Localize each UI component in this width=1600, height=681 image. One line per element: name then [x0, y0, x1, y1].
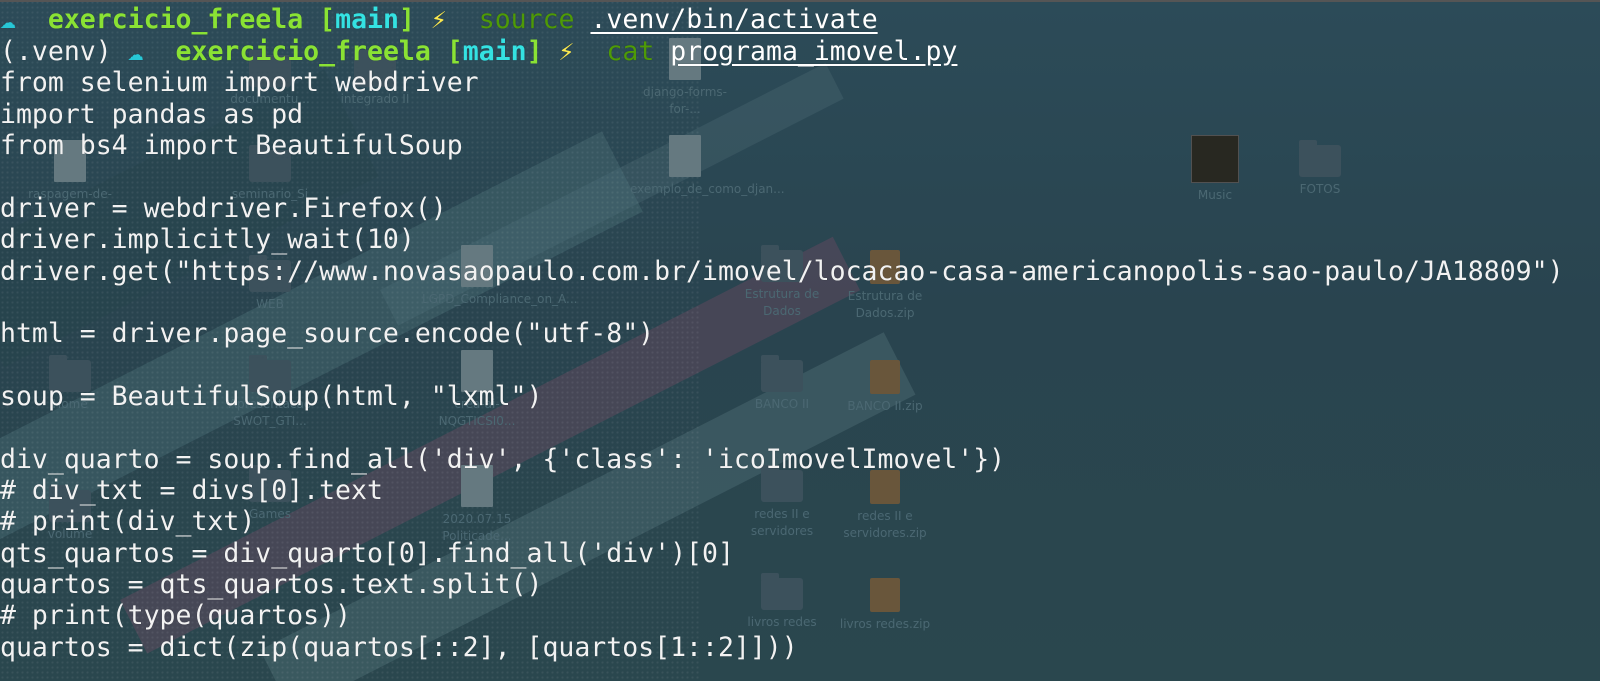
branch-bracket-close: ]	[398, 4, 415, 35]
terminal-top-border	[0, 0, 1600, 2]
code-line: driver = webdriver.Firefox()	[0, 193, 447, 224]
branch-bracket-open: [	[319, 4, 336, 35]
code-line: div_quarto = soup.find_all('div', {'clas…	[0, 444, 1006, 475]
code-line: # print(type(quartos))	[0, 600, 351, 631]
prompt-directory: exercicio_freela	[47, 4, 304, 35]
code-line: qts_quartos = div_quarto[0].find_all('di…	[0, 538, 734, 569]
prompt-line-1: ☁ exercicio_freela [main] ⚡ source .venv…	[0, 4, 878, 36]
prompt-line-2: (.venv) ☁ exercicio_freela [main] ⚡ cat …	[0, 36, 957, 68]
command-name: source	[478, 4, 575, 35]
code-line: quartos = qts_quartos.text.split()	[0, 569, 543, 600]
command-argument: .venv/bin/activate	[590, 4, 878, 35]
prompt-directory: exercicio_freela	[175, 36, 431, 67]
code-line: # div_txt = divs[0].text	[0, 475, 383, 506]
git-branch: main	[462, 36, 527, 67]
terminal-window[interactable]: ☁ exercicio_freela [main] ⚡ source .venv…	[0, 0, 1600, 681]
branch-bracket-open: [	[446, 36, 463, 67]
code-line: soup = BeautifulSoup(html, "lxml")	[0, 381, 543, 412]
code-line: from bs4 import BeautifulSoup	[0, 130, 463, 161]
git-branch: main	[335, 4, 399, 35]
cloud-icon: ☁	[0, 4, 16, 35]
code-line: # print(div_txt)	[0, 506, 256, 537]
command-argument: programa_imovel.py	[670, 36, 958, 67]
command-name: cat	[606, 36, 655, 67]
code-line: driver.implicitly_wait(10)	[0, 224, 415, 255]
code-line: from selenium import webdriver	[0, 67, 479, 98]
branch-bracket-close: ]	[526, 36, 543, 67]
lightning-icon: ⚡	[558, 36, 575, 67]
code-line: import pandas as pd	[0, 99, 304, 130]
code-line: quartos = dict(zip(quartos[::2], [quarto…	[0, 632, 798, 663]
code-line: driver.get("https://www.novasaopaulo.com…	[0, 256, 1564, 287]
code-line: html = driver.page_source.encode("utf-8"…	[0, 318, 655, 349]
cloud-icon: ☁	[127, 36, 144, 67]
venv-indicator: (.venv)	[0, 36, 112, 67]
lightning-icon: ⚡	[430, 4, 447, 35]
